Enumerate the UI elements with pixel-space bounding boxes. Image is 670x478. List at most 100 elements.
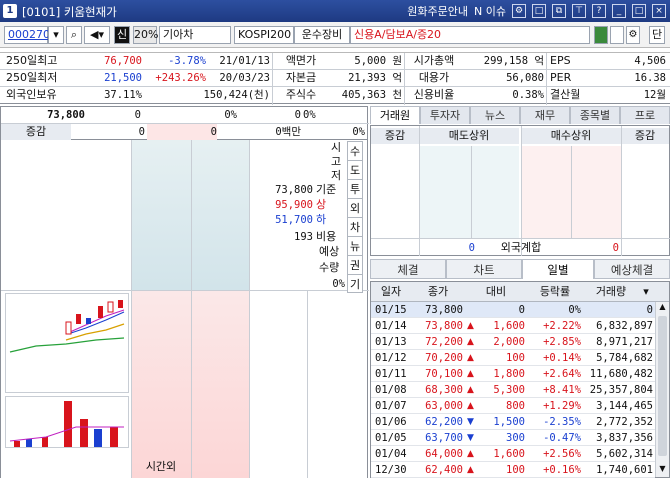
table-row[interactable]: 01/13 72,200 ▲ 2,000 +2.85% 8,971,217 bbox=[371, 334, 655, 350]
cell-volume: 1,740,601 bbox=[596, 464, 653, 476]
cell-rate: +2.56% bbox=[543, 448, 581, 460]
grid-icon[interactable] bbox=[610, 26, 624, 44]
up-arrow-icon: ▲ bbox=[467, 369, 474, 379]
vtab-etc[interactable]: 기 bbox=[347, 274, 363, 293]
cell-volume: 3,837,356 bbox=[596, 432, 653, 444]
cell-date: 01/08 bbox=[375, 384, 407, 396]
vtab-invest[interactable]: 투 bbox=[347, 179, 363, 198]
cell-rate: +2.85% bbox=[543, 336, 581, 348]
cell-rate: 0% bbox=[568, 304, 581, 316]
notice-link[interactable]: 원화주문안내 bbox=[407, 3, 468, 19]
cell-volume: 5,602,314 bbox=[596, 448, 653, 460]
scrollbar[interactable]: ▲ ▼ bbox=[655, 302, 669, 477]
sector-label: 운수장비 bbox=[294, 26, 350, 44]
vtab-rights[interactable]: 권 bbox=[347, 255, 363, 274]
cell-date: 01/11 bbox=[375, 368, 407, 380]
table-row[interactable]: 01/08 68,300 ▲ 5,300 +8.41% 25,357,804 bbox=[371, 382, 655, 398]
up-arrow-icon: ▲ bbox=[467, 337, 474, 347]
dtab-expected[interactable]: 예상체결 bbox=[594, 259, 670, 279]
tab-news[interactable]: 뉴스 bbox=[470, 106, 520, 124]
table-row[interactable]: 01/04 64,000 ▲ 1,600 +2.56% 5,602,314 bbox=[371, 446, 655, 462]
stock-code-input[interactable]: 000270 bbox=[4, 26, 50, 44]
broker-col-change2: 증감 bbox=[621, 128, 669, 144]
up-arrow-icon: ▲ bbox=[467, 401, 474, 411]
restore-icon[interactable]: □ bbox=[532, 4, 546, 18]
info-key: 대용가 bbox=[418, 71, 450, 84]
credit-button[interactable]: 신 bbox=[114, 26, 130, 44]
tab-investor[interactable]: 투자자 bbox=[420, 106, 470, 124]
tab-broker[interactable]: 거래원 bbox=[370, 106, 420, 124]
change-value: 0 bbox=[134, 109, 141, 121]
sort-dropdown-icon[interactable]: ▾ bbox=[639, 284, 653, 300]
info-key: 신용비율 bbox=[413, 88, 455, 101]
table-row[interactable]: 01/14 73,800 ▲ 1,600 +2.22% 6,832,897 bbox=[371, 318, 655, 334]
scroll-up-icon[interactable]: ▲ bbox=[656, 302, 669, 314]
cell-change: 1,800 bbox=[493, 368, 525, 380]
vtab-do[interactable]: 도 bbox=[347, 160, 363, 179]
table-row[interactable]: 01/15 73,800 0 0% 0 bbox=[371, 302, 655, 318]
base-price: 73,800 bbox=[275, 184, 313, 196]
cell-close: 72,200 bbox=[425, 336, 463, 348]
unit-button[interactable]: 단 bbox=[649, 26, 665, 44]
upper-label: 상 bbox=[316, 198, 327, 211]
table-row[interactable]: 01/11 70,100 ▲ 1,800 +2.64% 11,680,482 bbox=[371, 366, 655, 382]
dtab-chart[interactable]: 차트 bbox=[446, 259, 522, 279]
info-value: 0.38% bbox=[512, 89, 544, 101]
vtab-chart[interactable]: 차 bbox=[347, 217, 363, 236]
issue-link[interactable]: N 이슈 bbox=[474, 3, 506, 19]
cell-date: 12/30 bbox=[375, 464, 407, 476]
close-icon[interactable]: × bbox=[652, 4, 666, 18]
cell-date: 01/06 bbox=[375, 416, 407, 428]
lower-label: 하 bbox=[316, 213, 327, 226]
cell-volume: 3,144,465 bbox=[596, 400, 653, 412]
scroll-down-icon[interactable]: ▼ bbox=[656, 464, 669, 476]
green-icon[interactable] bbox=[594, 26, 608, 44]
code-dropdown-icon[interactable]: ▾ bbox=[48, 26, 64, 44]
expected-label: 예상 bbox=[319, 245, 340, 258]
scroll-thumb[interactable] bbox=[658, 316, 667, 456]
table-row[interactable]: 12/30 62,400 ▲ 100 +0.16% 1,740,601 bbox=[371, 462, 655, 478]
cell-rate: +0.14% bbox=[543, 352, 581, 364]
cell-rate: +0.16% bbox=[543, 464, 581, 476]
change-pct: 0% bbox=[224, 109, 237, 121]
minimize-icon[interactable]: _ bbox=[612, 4, 626, 18]
help-icon[interactable]: ? bbox=[592, 4, 606, 18]
cell-date: 01/12 bbox=[375, 352, 407, 364]
dtab-daily[interactable]: 일별 bbox=[522, 259, 594, 279]
dtab-trades[interactable]: 체결 bbox=[370, 259, 446, 279]
table-row[interactable]: 01/07 63,000 ▲ 800 +1.29% 3,144,465 bbox=[371, 398, 655, 414]
vtab-sell[interactable]: 수 bbox=[347, 141, 363, 160]
copy-icon[interactable]: ⧉ bbox=[552, 4, 566, 18]
foreign-sell: 0 bbox=[468, 242, 475, 254]
info-key: 자본금 bbox=[285, 71, 317, 84]
cell-volume: 5,784,682 bbox=[596, 352, 653, 364]
col-change: 대비 bbox=[485, 285, 507, 298]
sell-change: 0 bbox=[138, 126, 145, 138]
cell-volume: 0 bbox=[646, 304, 653, 316]
tab-by-stock[interactable]: 종목별 bbox=[570, 106, 620, 124]
pin-icon[interactable]: ⊤ bbox=[572, 4, 586, 18]
upper-price: 95,900 bbox=[275, 199, 313, 211]
col-close: 종가 bbox=[427, 285, 449, 298]
expected-pct: 0% bbox=[332, 278, 345, 290]
table-row[interactable]: 01/12 70,200 ▲ 100 +0.14% 5,784,682 bbox=[371, 350, 655, 366]
cell-change: 100 bbox=[506, 352, 525, 364]
cell-change: 1,600 bbox=[493, 320, 525, 332]
sound-icon[interactable]: ◀▾ bbox=[84, 26, 110, 44]
tab-finance[interactable]: 재무 bbox=[520, 106, 570, 124]
info-value: 21,393 억 bbox=[348, 72, 402, 84]
table-row[interactable]: 01/05 63,700 ▼ 300 -0.47% 3,837,356 bbox=[371, 430, 655, 446]
mini-volume-chart bbox=[5, 396, 129, 448]
vtab-foreign[interactable]: 외 bbox=[347, 198, 363, 217]
link-icon[interactable]: ⚙ bbox=[512, 4, 526, 18]
table-row[interactable]: 01/06 62,200 ▼ 1,500 -2.35% 2,772,352 bbox=[371, 414, 655, 430]
cell-change: 2,000 bbox=[493, 336, 525, 348]
tab-program[interactable]: 프로 bbox=[620, 106, 670, 124]
maximize-icon[interactable]: □ bbox=[632, 4, 646, 18]
cell-rate: +2.22% bbox=[543, 320, 581, 332]
vtab-news[interactable]: 뉴 bbox=[347, 236, 363, 255]
search-icon[interactable]: ⌕ bbox=[66, 26, 82, 44]
after-hours-label[interactable]: 시간외 bbox=[131, 458, 191, 476]
settings-icon[interactable]: ⚙ bbox=[626, 26, 640, 44]
mini-price-chart bbox=[5, 293, 129, 393]
